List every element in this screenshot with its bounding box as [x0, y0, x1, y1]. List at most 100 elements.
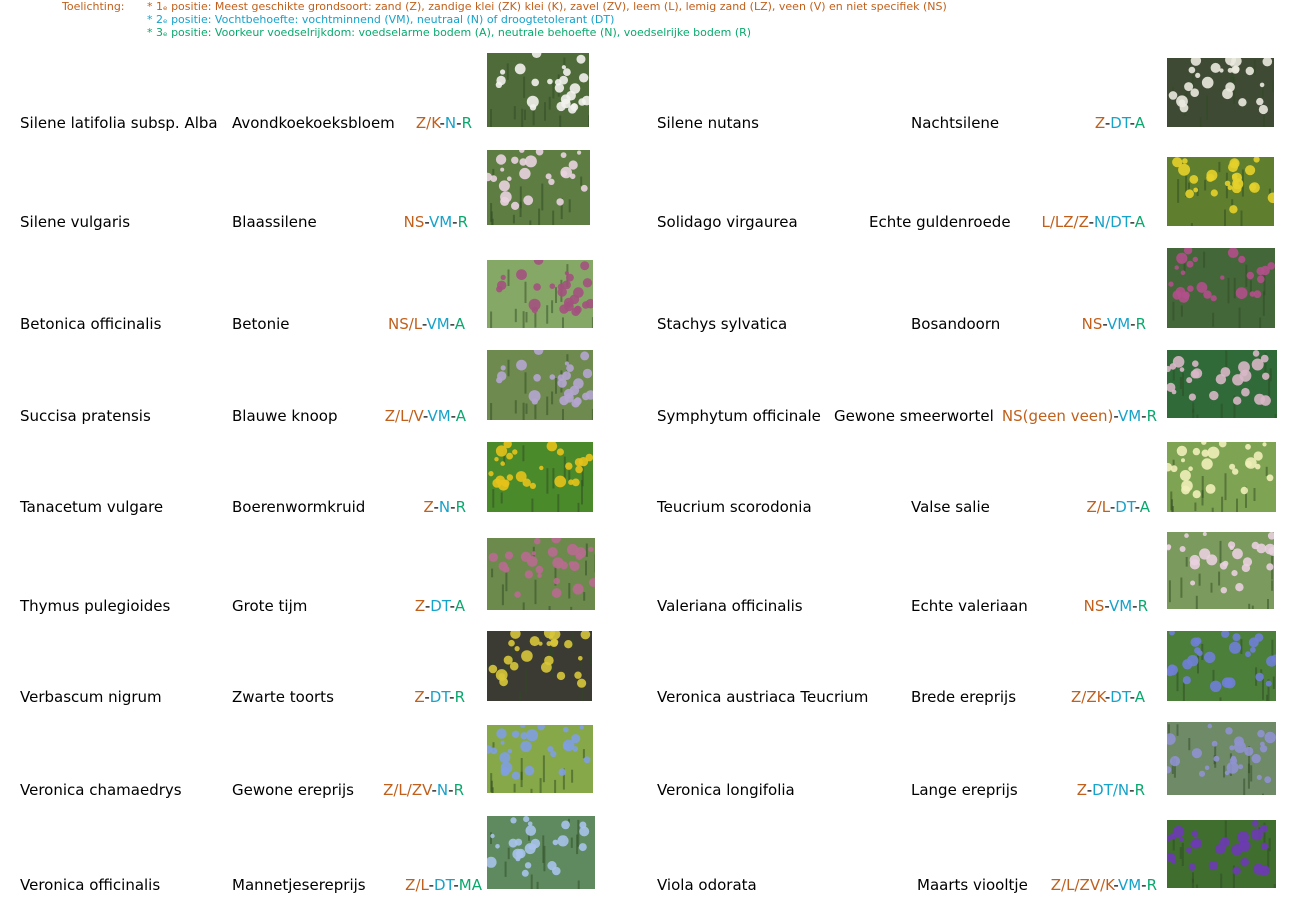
dutch-name: Betonie — [232, 315, 290, 333]
code-part-c2: VM — [1117, 407, 1142, 425]
soil-code: Z-DT/N-R — [1077, 781, 1145, 799]
code-part-c2: VM — [427, 407, 451, 425]
code-part-c2: DT — [1110, 114, 1130, 132]
soil-code: Z-DT-R — [414, 688, 465, 706]
latin-name: Betonica officinalis — [20, 315, 162, 333]
code-part-c3: A — [454, 315, 465, 333]
dutch-name: Gewone ereprijs — [232, 781, 354, 799]
code-part-c2: N — [436, 781, 449, 799]
soil-code: Z/L-DT-A — [1086, 498, 1150, 516]
dutch-name: Nachtsilene — [911, 114, 1000, 132]
soil-code: Z/K-N-R — [416, 114, 472, 132]
pale-yellow-spikes-photo — [1167, 442, 1276, 512]
latin-name: Succisa pratensis — [20, 407, 151, 425]
code-part-c3: A — [454, 597, 465, 615]
soil-code: NS-VM-R — [1084, 597, 1148, 615]
dutch-name: Blauwe knoop — [232, 407, 338, 425]
purple-spikes-photo — [487, 260, 593, 328]
pale-blue-flowers-photo — [487, 816, 595, 889]
dutch-name: Maarts viooltje — [917, 876, 1028, 894]
code-part-c1: NS — [403, 213, 425, 231]
dutch-name: Bosandoorn — [911, 315, 1001, 333]
soil-code: Z-DT-A — [415, 597, 465, 615]
legend-line-soil: * 1ₑ positie: Meest geschikte grondsoort… — [147, 0, 947, 13]
latin-name: Veronica austriaca Teucrium — [657, 688, 869, 706]
code-part-c2: N/DT — [1094, 213, 1130, 231]
thyme-photo — [487, 538, 595, 610]
code-part-c1: Z/L/V — [384, 407, 423, 425]
latin-name: Tanacetum vulgare — [20, 498, 164, 516]
soil-code: Z/L/ZV/K-VM-R — [1051, 876, 1157, 894]
latin-name: Solidago virgaurea — [657, 213, 798, 231]
code-part-c2: DT — [429, 688, 450, 706]
code-part-c2: VM — [1117, 876, 1142, 894]
white-flowers-rocky-photo — [1167, 58, 1274, 127]
dutch-name: Valse salie — [911, 498, 990, 516]
legend-line-moisture: * 2ₑ positie: Vochtbehoefte: vochtminnen… — [147, 13, 615, 26]
dutch-name: Brede ereprijs — [911, 688, 1017, 706]
magenta-spikes-photo — [1167, 248, 1275, 328]
code-part-c2: DT — [1110, 688, 1130, 706]
soil-code: Z/L/ZV-N-R — [383, 781, 464, 799]
code-part-c3: R — [455, 498, 466, 516]
code-part-c2: DT — [434, 876, 454, 894]
latin-name: Silene latifolia subsp. Alba — [20, 114, 218, 132]
code-part-c2: VM — [1106, 315, 1131, 333]
pink-white-flowers-photo — [487, 150, 590, 225]
code-part-c3: R — [461, 114, 472, 132]
code-part-c2: DT/N — [1092, 781, 1130, 799]
small-blue-flowers-photo — [487, 725, 593, 793]
soil-code: Z/ZK-DT-A — [1071, 688, 1145, 706]
code-part-c1: Z/L — [1086, 498, 1110, 516]
code-part-c3: R — [1146, 876, 1157, 894]
latin-name: Stachys sylvatica — [657, 315, 788, 333]
dutch-name: Gewone smeerwortel — [834, 407, 994, 425]
code-part-c3: A — [1134, 688, 1145, 706]
dutch-name: Avondkoekoeksbloem — [232, 114, 395, 132]
soil-code: NS(geen veen)-VM-R — [1002, 407, 1157, 425]
code-part-c2: VM — [426, 315, 450, 333]
violets-photo — [1167, 820, 1276, 888]
latin-name: Veronica officinalis — [20, 876, 161, 894]
code-part-c1: NS — [1083, 597, 1105, 615]
code-part-c1: Z/L/ZV — [383, 781, 432, 799]
latin-name: Symphytum officinale — [657, 407, 821, 425]
soil-code: NS-VM-R — [1082, 315, 1146, 333]
dutch-name: Mannetjesereprijs — [232, 876, 366, 894]
lilac-buttons-photo — [487, 350, 593, 420]
latin-name: Viola odorata — [657, 876, 757, 894]
blue-spikes-photo — [1167, 631, 1276, 701]
code-part-c3: R — [454, 688, 465, 706]
soil-code: Z-DT-A — [1095, 114, 1145, 132]
legend-label: Toelichting: — [62, 0, 125, 13]
latin-name: Veronica chamaedrys — [20, 781, 182, 799]
lavender-spikes-photo — [1167, 722, 1276, 795]
latin-name: Teucrium scorodonia — [657, 498, 812, 516]
code-part-c3: R — [457, 213, 468, 231]
code-part-c3: R — [453, 781, 464, 799]
dutch-name: Blaassilene — [232, 213, 317, 231]
latin-name: Silene vulgaris — [20, 213, 131, 231]
code-part-c1: Z/L/ZV/K — [1050, 876, 1114, 894]
code-part-c2: VM — [1108, 597, 1133, 615]
code-part-c1: Z — [1076, 781, 1087, 799]
dutch-name: Grote tijm — [232, 597, 308, 615]
code-part-c1: NS/L — [388, 315, 422, 333]
legend: Toelichting: * 1ₑ positie: Meest geschik… — [0, 0, 1289, 40]
pale-pink-umbels-photo — [1167, 532, 1274, 609]
dutch-name: Echte guldenroede — [869, 213, 1011, 231]
soil-code: Z/L-DT-MA — [405, 876, 482, 894]
code-part-c3: R — [1134, 781, 1145, 799]
legend-line-nutrients: * 3ₑ positie: Voorkeur voedselrijkdom: v… — [147, 26, 752, 39]
latin-name: Verbascum nigrum — [20, 688, 162, 706]
dutch-name: Lange ereprijs — [911, 781, 1018, 799]
code-part-c1: Z — [414, 688, 425, 706]
code-part-c1: Z/ZK — [1071, 688, 1105, 706]
code-part-c1: NS(geen veen) — [1001, 407, 1114, 425]
code-part-c1: Z — [1094, 114, 1105, 132]
white-flowers-photo — [487, 53, 589, 127]
latin-name: Thymus pulegioides — [20, 597, 171, 615]
soil-code: NS-VM-R — [404, 213, 468, 231]
code-part-c3: R — [1135, 315, 1146, 333]
code-part-c2: DT — [430, 597, 450, 615]
